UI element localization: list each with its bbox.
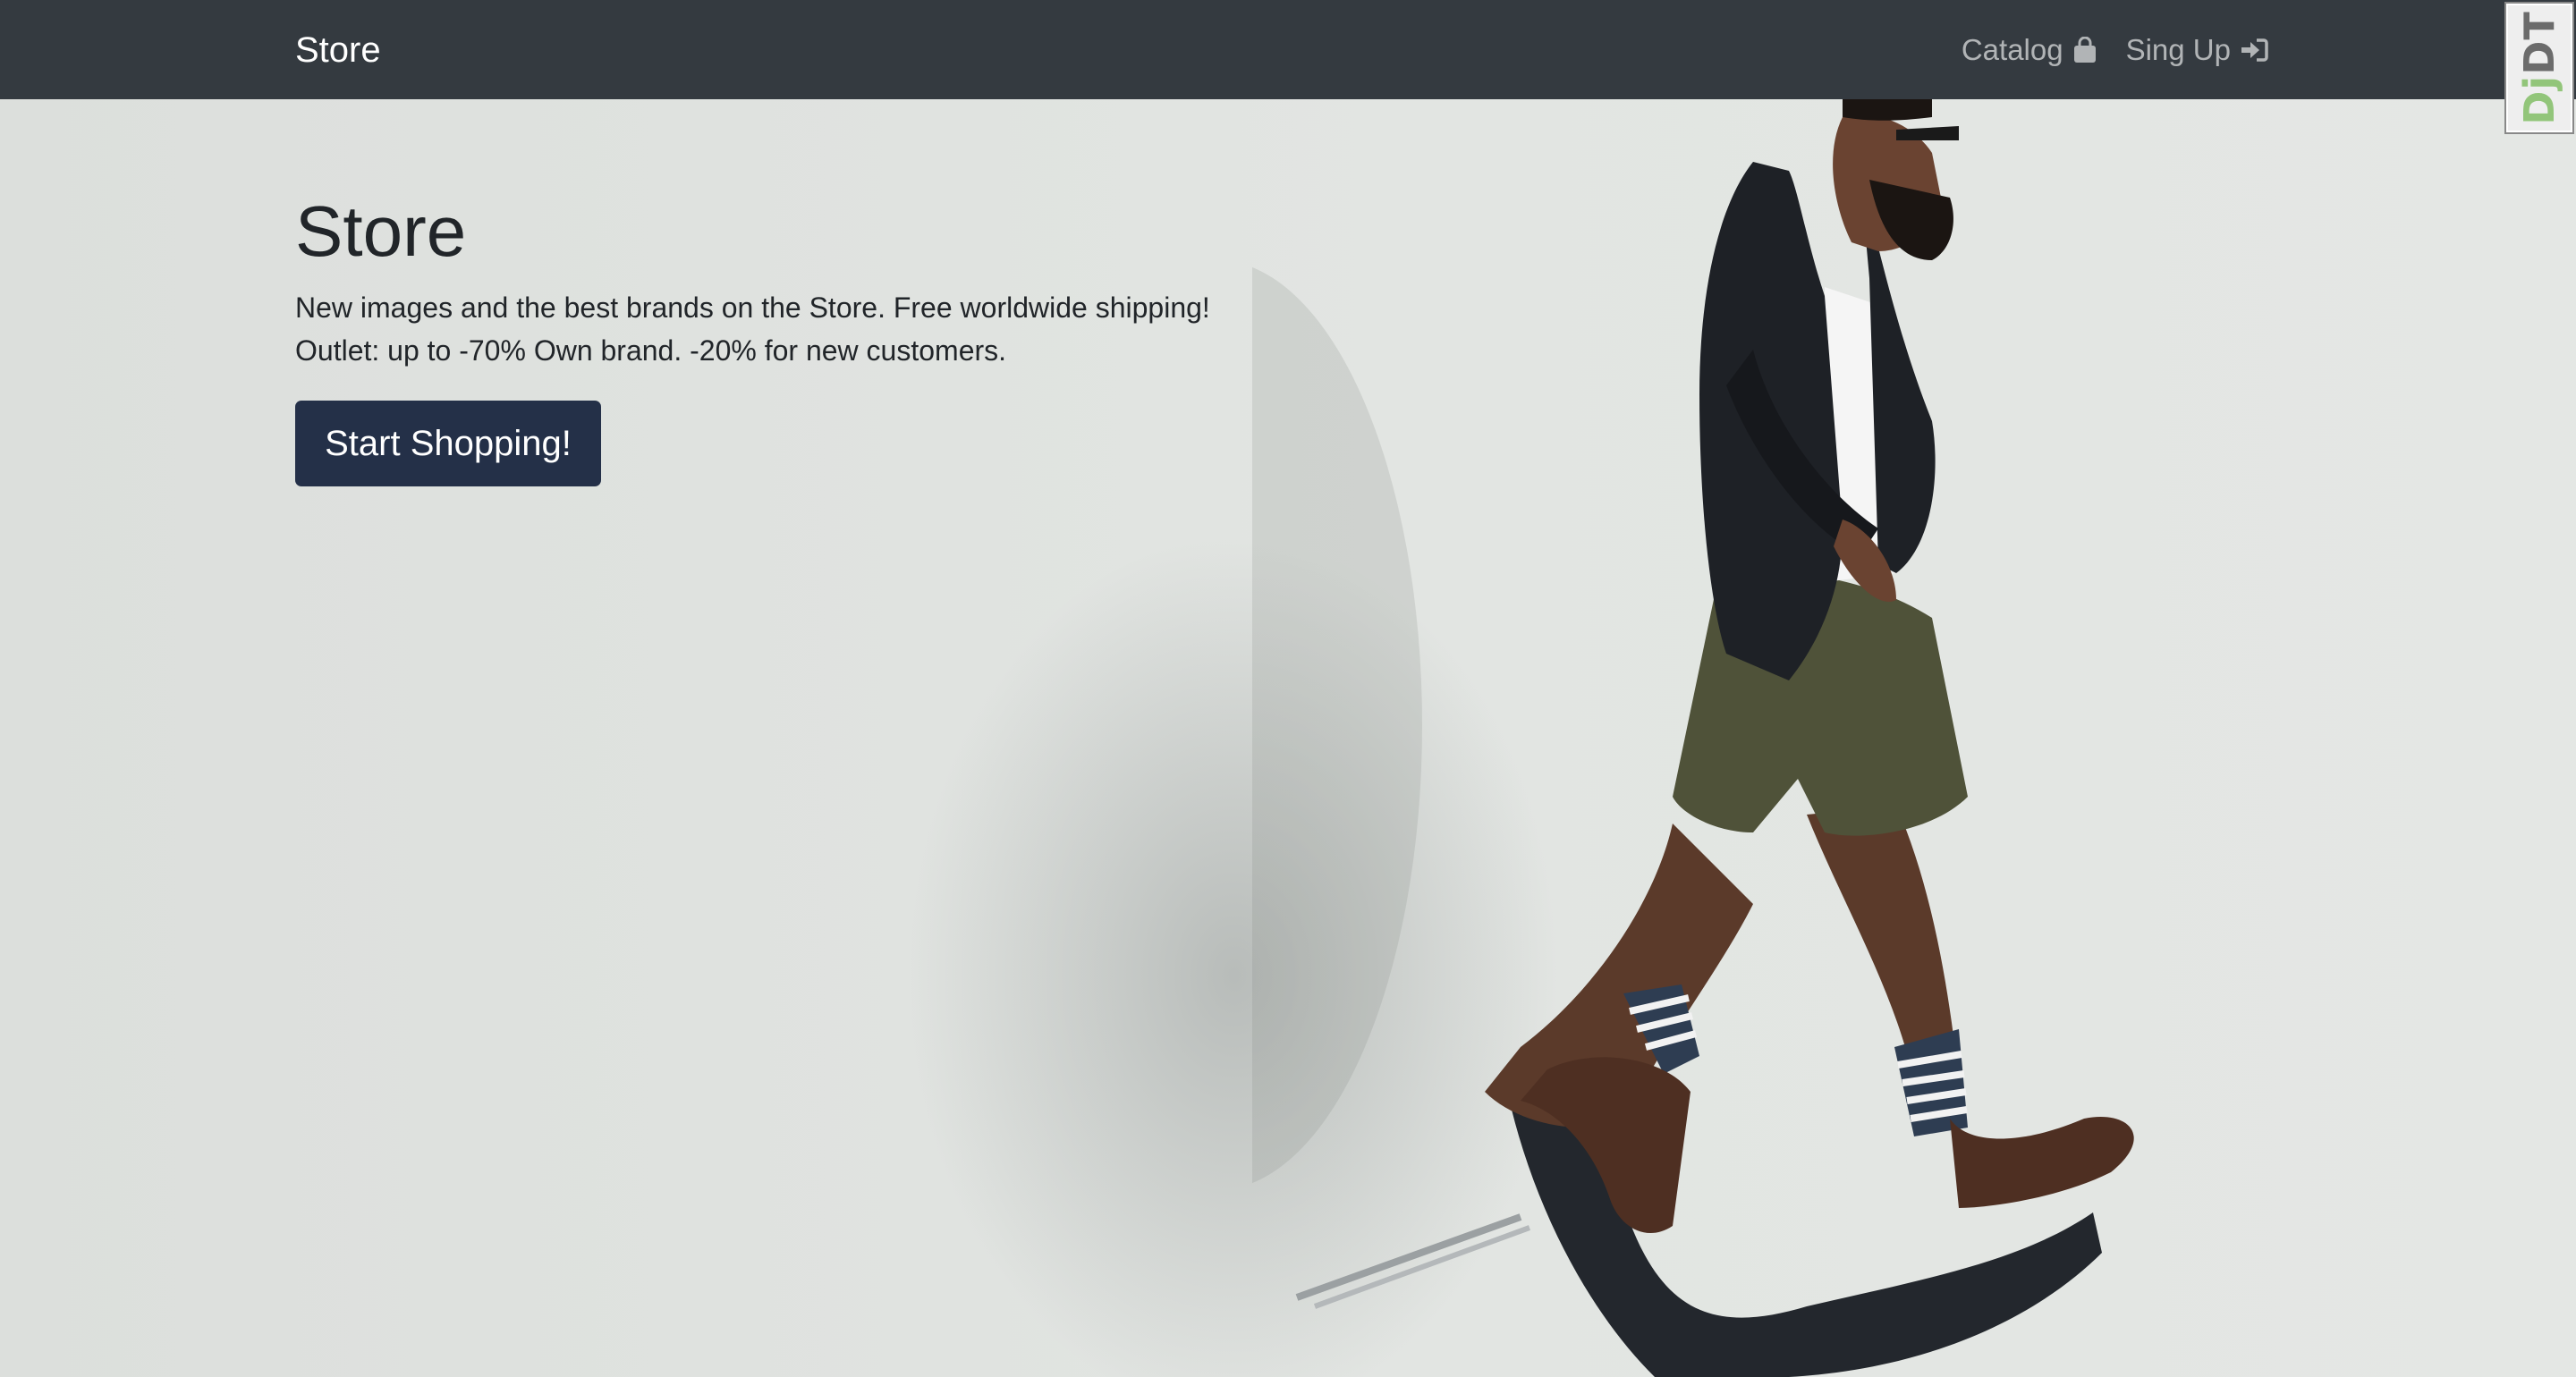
hero-lead-line-1: New images and the best brands on the St… bbox=[295, 291, 1210, 324]
start-shopping-button[interactable]: Start Shopping! bbox=[295, 401, 601, 486]
nav-link-signup-label: Sing Up bbox=[2125, 33, 2231, 66]
nav-link-signup[interactable]: Sing Up bbox=[2126, 27, 2268, 73]
debug-toolbar-logo: DjDT bbox=[2515, 11, 2564, 125]
nav-links: Catalog Sing Up bbox=[1962, 27, 2268, 73]
brand-link[interactable]: Store bbox=[295, 27, 381, 73]
navbar: Store Catalog Sing Up bbox=[0, 0, 2576, 99]
sign-in-icon bbox=[2241, 38, 2268, 62]
hero-title: Store bbox=[295, 191, 467, 271]
hero-lead-line-2: Outlet: up to -70% Own brand. -20% for n… bbox=[295, 334, 1007, 367]
debug-toolbar-handle[interactable]: DjDT bbox=[2506, 4, 2572, 132]
shopping-bag-icon bbox=[2073, 37, 2096, 63]
hero-model-photo bbox=[1252, 99, 2134, 1377]
page: Store Catalog Sing Up DjDT Store New ima bbox=[0, 0, 2576, 1377]
hero: Store New images and the best brands on … bbox=[0, 99, 2576, 1377]
nav-link-catalog[interactable]: Catalog bbox=[1962, 27, 2097, 73]
nav-link-catalog-label: Catalog bbox=[1961, 33, 2063, 66]
